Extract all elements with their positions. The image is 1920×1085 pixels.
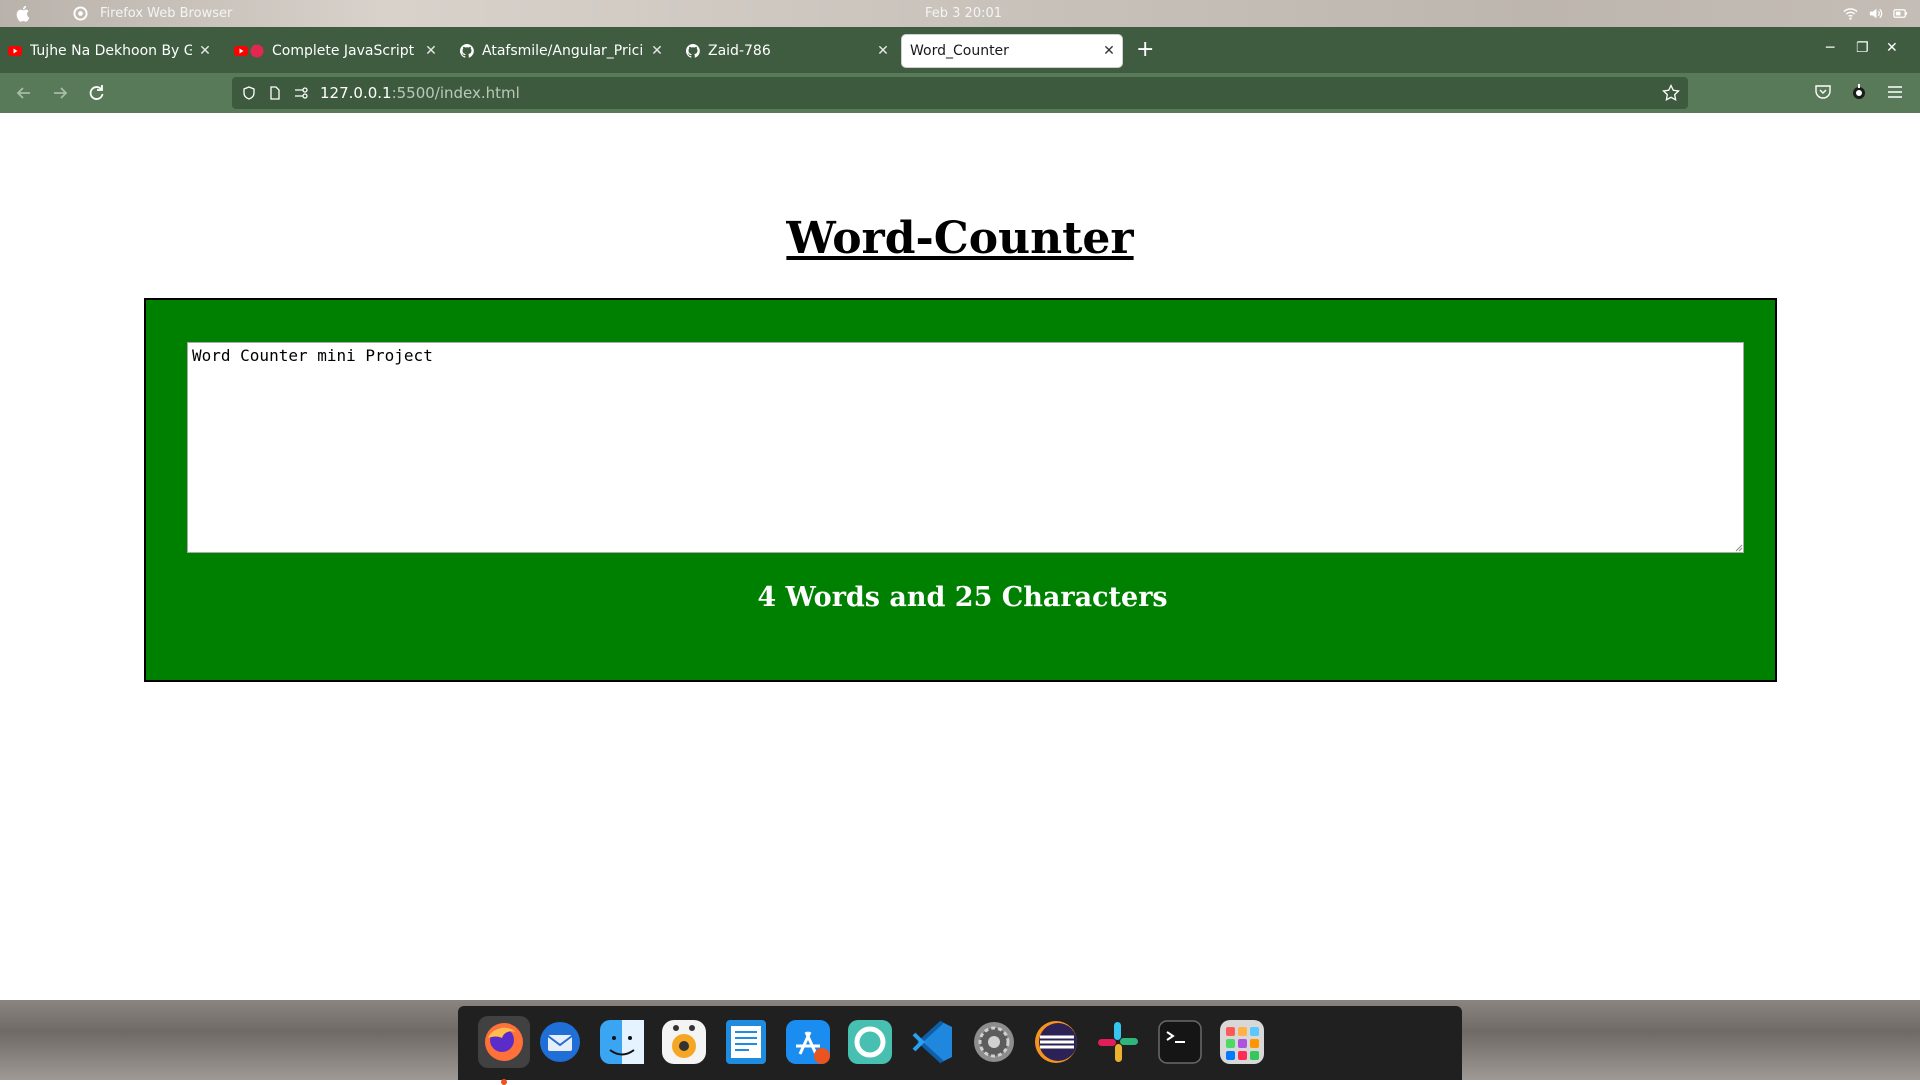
menu-icon[interactable] (1886, 83, 1904, 101)
rhythmbox-icon[interactable] (658, 1016, 710, 1068)
close-icon[interactable]: ✕ (644, 43, 670, 59)
page-icon[interactable] (268, 86, 282, 100)
apple-menu-icon[interactable] (16, 5, 32, 22)
writer-icon[interactable] (720, 1016, 772, 1068)
tab-title: Tujhe Na Dekhoon By Ge (30, 43, 192, 59)
url-host: 127.0.0.1 (320, 84, 392, 102)
close-icon[interactable]: ✕ (1096, 43, 1122, 59)
text-input[interactable]: Word Counter mini Project (187, 342, 1744, 553)
tab-youtube-js[interactable]: Complete JavaScript T ✕ (226, 35, 444, 67)
recording-dot-icon (250, 44, 264, 58)
tab-title: Word_Counter (910, 43, 1009, 59)
url-path: :5500/index.html (391, 84, 520, 102)
tab-word-counter[interactable]: Word_Counter ✕ (902, 35, 1122, 67)
app-store-icon[interactable] (782, 1016, 834, 1068)
vscode-icon[interactable] (906, 1016, 958, 1068)
firefox-icon[interactable] (478, 1016, 530, 1085)
github-icon (460, 44, 474, 58)
back-icon[interactable] (13, 82, 35, 104)
thunderbird-icon[interactable] (534, 1016, 586, 1068)
tab-youtube-song[interactable]: Tujhe Na Dekhoon By Ge ✕ (0, 35, 218, 67)
address-bar[interactable]: 127.0.0.1:5500/index.html (232, 77, 1688, 109)
youtube-icon (234, 46, 248, 56)
terminal-icon[interactable] (1154, 1016, 1206, 1068)
permissions-icon[interactable] (294, 86, 308, 100)
pocket-icon[interactable] (1814, 83, 1832, 101)
tab-title: Complete JavaScript T (272, 43, 418, 59)
tab-title: Atafsmile/Angular_Pricin (482, 43, 644, 59)
wifi-icon[interactable] (1843, 6, 1858, 21)
bookmark-star-icon[interactable] (1662, 84, 1680, 102)
tab-strip: Tujhe Na Dekhoon By Ge ✕ Complete JavaSc… (0, 27, 1920, 73)
restore-icon[interactable]: ❐ (1856, 40, 1869, 56)
shield-icon[interactable] (242, 86, 256, 100)
url-text[interactable]: 127.0.0.1:5500/index.html (320, 84, 520, 102)
extension-icon[interactable] (1850, 83, 1868, 101)
reload-icon[interactable] (85, 82, 107, 104)
app-grid-icon[interactable] (1216, 1016, 1268, 1068)
settings-icon[interactable] (968, 1016, 1020, 1068)
volume-icon[interactable] (1868, 6, 1883, 21)
active-app-name[interactable]: Firefox Web Browser (100, 6, 232, 21)
finder-icon[interactable] (596, 1016, 648, 1068)
minimize-icon[interactable]: ─ (1826, 40, 1834, 56)
counter-panel: Word Counter mini Project 4 Words and 25… (144, 298, 1777, 682)
page-title: Word-Counter (786, 213, 1134, 264)
close-icon[interactable]: ✕ (418, 43, 444, 59)
dock (458, 1006, 1462, 1085)
forward-icon[interactable] (49, 82, 71, 104)
new-tab-button[interactable]: + (1136, 39, 1154, 61)
slack-icon[interactable] (1092, 1016, 1144, 1068)
help-icon[interactable] (844, 1016, 896, 1068)
github-icon (686, 44, 700, 58)
close-icon[interactable]: ✕ (870, 43, 896, 59)
tab-github-profile[interactable]: Zaid-786 ✕ (678, 35, 896, 67)
count-result: 4 Words and 25 Characters (757, 582, 1168, 613)
close-icon[interactable]: ✕ (192, 43, 218, 59)
youtube-icon (8, 46, 22, 56)
system-tray[interactable] (1843, 6, 1908, 21)
resize-grip-icon[interactable] (1734, 543, 1743, 552)
tab-github-repo[interactable]: Atafsmile/Angular_Pricin ✕ (452, 35, 670, 67)
tab-title: Zaid-786 (708, 43, 771, 59)
web-page: Word-Counter Word Counter mini Project 4… (0, 113, 1920, 1000)
firefox-small-icon (73, 6, 88, 21)
clock[interactable]: Feb 3 20:01 (925, 6, 1002, 21)
battery-icon[interactable] (1893, 6, 1908, 21)
os-top-bar: Firefox Web Browser Feb 3 20:01 (0, 0, 1920, 27)
close-window-icon[interactable]: ✕ (1886, 40, 1898, 56)
eclipse-icon[interactable] (1030, 1016, 1082, 1068)
navigation-bar: 127.0.0.1:5500/index.html (0, 73, 1920, 113)
